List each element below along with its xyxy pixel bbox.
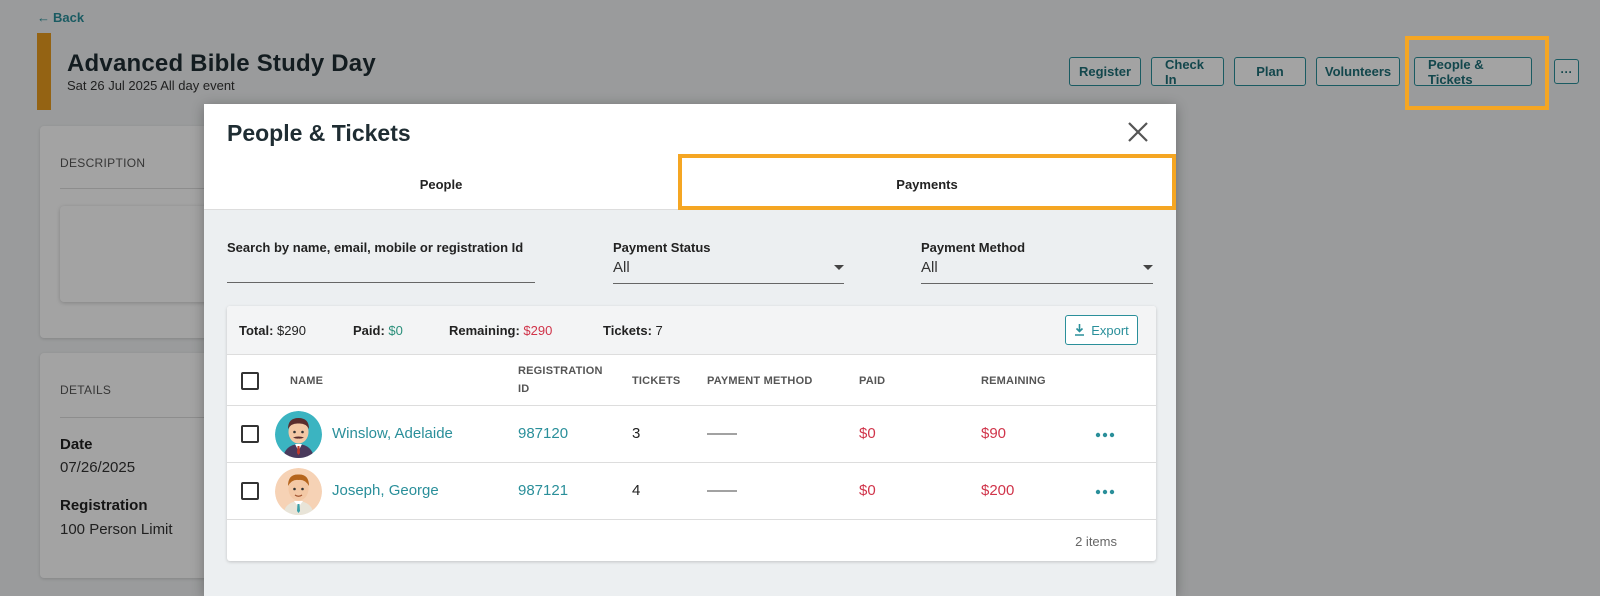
table-row[interactable]: Winslow, Adelaide 987120 3 —— $0 $90 [227,406,1156,463]
payments-summary: Total: $290 Paid: $0 Remaining: $290 Tic… [227,306,1156,355]
tickets-value: 7 [655,323,663,338]
paid-value: $0 [388,323,403,338]
payment-status-label: Payment Status [613,240,711,255]
export-button[interactable]: Export [1065,315,1138,345]
remaining-label: Remaining: [449,323,520,338]
total-value: $290 [277,323,306,338]
col-registration-line2: ID [518,383,530,395]
col-remaining[interactable]: REMAINING [981,375,1046,387]
person-name[interactable]: Joseph, George [332,482,439,499]
registration-id[interactable]: 987121 [518,482,568,499]
row-checkbox[interactable] [241,482,259,500]
ticket-count: 4 [632,482,641,499]
row-checkbox[interactable] [241,425,259,443]
more-horizontal-icon[interactable] [1095,489,1115,495]
select-all-checkbox[interactable] [241,372,259,390]
avatar [275,468,322,515]
payment-method-label: Payment Method [921,240,1026,255]
item-count: 2 items [1075,534,1117,549]
tickets-label: Tickets: [603,323,652,338]
payments-grid: Total: $290 Paid: $0 Remaining: $290 Tic… [227,306,1156,561]
people-tickets-modal: People & Tickets People Payments Search … [204,104,1176,596]
search-underline [227,282,535,283]
people-tickets-highlight [1405,36,1549,110]
table-row[interactable]: Joseph, George 987121 4 —— $0 $200 [227,463,1156,520]
close-icon[interactable] [1126,120,1150,144]
total-label: Total: [239,323,274,338]
payment-status-value[interactable]: All [613,259,844,276]
chevron-down-icon[interactable] [834,265,844,270]
payment-status-underline [613,283,844,284]
paid-amount: $0 [859,482,876,499]
paid-amount: $0 [859,425,876,442]
payment-method-underline [921,283,1153,284]
modal-title: People & Tickets [227,120,411,146]
chevron-down-icon[interactable] [1143,265,1153,270]
ticket-count: 3 [632,425,641,442]
search-filter[interactable]: Search by name, email, mobile or registr… [227,240,535,283]
remaining-amount: $90 [981,425,1007,442]
summary-tickets: Tickets: 7 [603,323,663,338]
search-label: Search by name, email, mobile or registr… [227,240,524,255]
more-horizontal-icon[interactable] [1095,432,1115,438]
col-paid[interactable]: PAID [859,375,885,387]
col-registration-line1: REGISTRATION [518,365,603,377]
col-registration-id[interactable]: REGISTRATION ID [518,365,603,395]
payment-method-value[interactable]: All [921,259,1153,276]
modal-header: People & Tickets [204,104,1176,160]
summary-remaining: Remaining: $290 [449,323,552,338]
payments-tab-highlight [678,154,1176,210]
payment-method: —— [707,482,737,499]
avatar [275,411,322,458]
col-payment-method[interactable]: PAYMENT METHOD [707,375,812,387]
remaining-amount: $200 [981,482,1015,499]
summary-paid: Paid: $0 [353,323,403,338]
download-icon [1075,324,1085,336]
tab-people[interactable]: People [204,160,678,209]
paid-label: Paid: [353,323,385,338]
payment-method-select[interactable]: Payment Method All [921,240,1153,284]
person-name[interactable]: Winslow, Adelaide [332,425,453,442]
col-tickets[interactable]: TICKETS [632,375,680,387]
col-name[interactable]: NAME [290,375,323,387]
grid-header: NAME REGISTRATION ID TICKETS PAYMENT MET… [227,355,1156,406]
export-label: Export [1091,322,1129,338]
registration-id[interactable]: 987120 [518,425,568,442]
summary-total: Total: $290 [239,323,306,338]
remaining-value: $290 [523,323,553,338]
payment-method: —— [707,425,737,442]
payment-status-select[interactable]: Payment Status All [613,240,844,284]
